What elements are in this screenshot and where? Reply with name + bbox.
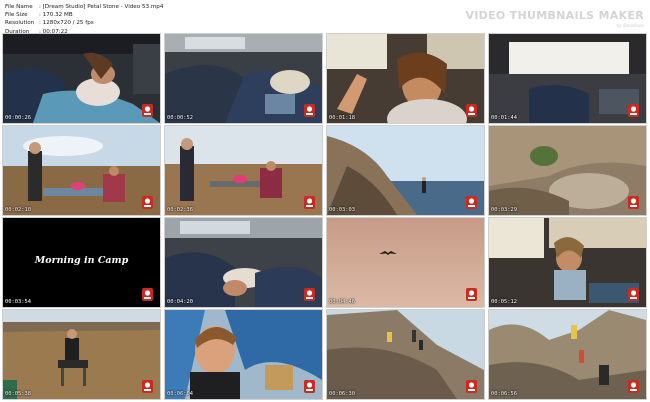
studio-logo-icon — [304, 196, 315, 209]
thumbnail-timestamp: 00:06:04 — [167, 391, 193, 397]
thumbnail-timestamp: 00:03:29 — [491, 207, 517, 213]
thumbnail-grid: 00:00:26 00:00:52 00:01:18 00:01:44 00:0… — [2, 33, 647, 400]
thumbnail-6[interactable]: 00:02:36 — [164, 125, 323, 216]
brand-title: VIDEO THUMBNAILS MAKER — [465, 9, 644, 22]
thumbnail-timestamp: 00:02:36 — [167, 207, 193, 213]
thumbnail-image — [3, 34, 160, 123]
thumbnail-12[interactable]: 00:05:12 — [488, 217, 647, 308]
thumbnail-image — [489, 126, 646, 215]
thumbnail-13[interactable]: 00:05:38 — [2, 309, 161, 400]
resolution-value: : 1280x720 / 25 fps — [39, 20, 94, 27]
resolution-row: Resolution : 1280x720 / 25 fps — [5, 19, 163, 27]
file-info-panel: File Name : [Dream Studio] Petal Stone -… — [5, 3, 163, 36]
thumbnail-10[interactable]: 00:04:20 — [164, 217, 323, 308]
thumbnail-image — [165, 218, 322, 307]
thumbnail-9[interactable]: Morning in Camp 00:03:54 — [2, 217, 161, 308]
studio-logo-icon — [142, 196, 153, 209]
studio-logo-icon — [304, 288, 315, 301]
thumbnail-5[interactable]: 00:02:10 — [2, 125, 161, 216]
thumbnail-timestamp: 00:06:30 — [329, 391, 355, 397]
file-size-label: File Size — [5, 12, 28, 19]
thumbnail-image — [489, 310, 646, 399]
studio-logo-icon — [466, 104, 477, 117]
studio-logo-icon — [142, 288, 153, 301]
thumbnail-timestamp: 00:01:18 — [329, 115, 355, 121]
thumbnail-3[interactable]: 00:01:18 — [326, 33, 485, 124]
studio-logo-icon — [628, 196, 639, 209]
thumbnail-timestamp: 00:01:44 — [491, 115, 517, 121]
title-card-caption: Morning in Camp — [34, 255, 129, 266]
thumbnail-timestamp: 00:03:03 — [329, 207, 355, 213]
thumbnail-image — [489, 34, 646, 123]
thumbnail-timestamp: 00:04:46 — [329, 299, 355, 305]
studio-logo-icon — [304, 380, 315, 393]
studio-logo-icon — [142, 380, 153, 393]
brand-subtitle: by iDealshare — [616, 23, 644, 28]
thumbnail-image — [165, 34, 322, 123]
thumbnail-image — [165, 126, 322, 215]
thumbnail-7[interactable]: 00:03:03 — [326, 125, 485, 216]
file-name-value: : [Dream Studio] Petal Stone - Video 53.… — [39, 4, 164, 10]
thumbnail-image — [327, 310, 484, 399]
studio-logo-icon — [628, 104, 639, 117]
thumbnail-timestamp: 00:02:10 — [5, 207, 31, 213]
file-name-row: File Name : [Dream Studio] Petal Stone -… — [5, 3, 163, 11]
thumbnail-image — [489, 218, 646, 307]
studio-logo-icon — [466, 380, 477, 393]
thumbnail-timestamp: 00:05:38 — [5, 391, 31, 397]
studio-logo-icon — [142, 104, 153, 117]
thumbnail-8[interactable]: 00:03:29 — [488, 125, 647, 216]
thumbnail-image — [327, 34, 484, 123]
thumbnail-2[interactable]: 00:00:52 — [164, 33, 323, 124]
brand-watermark: VIDEO THUMBNAILS MAKER by iDealshare — [465, 9, 644, 28]
thumbnail-image — [165, 310, 322, 399]
file-size-value: : 170.32 MB — [39, 12, 73, 19]
thumbnail-timestamp: 00:03:54 — [5, 299, 31, 305]
thumbnail-timestamp: 00:00:26 — [5, 115, 31, 121]
thumbnail-image — [327, 126, 484, 215]
thumbnail-11[interactable]: 00:04:46 — [326, 217, 485, 308]
thumbnail-15[interactable]: 00:06:30 — [326, 309, 485, 400]
studio-logo-icon — [304, 104, 315, 117]
thumbnail-image — [3, 126, 160, 215]
file-size-row: File Size : 170.32 MB — [5, 11, 163, 19]
thumbnail-4[interactable]: 00:01:44 — [488, 33, 647, 124]
studio-logo-icon — [466, 288, 477, 301]
studio-logo-icon — [628, 380, 639, 393]
thumbnail-timestamp: 00:00:52 — [167, 115, 193, 121]
studio-logo-icon — [466, 196, 477, 209]
thumbnail-timestamp: 00:04:20 — [167, 299, 193, 305]
thumbnail-image — [3, 310, 160, 399]
thumbnail-timestamp: 00:06:56 — [491, 391, 517, 397]
resolution-label: Resolution — [5, 20, 35, 27]
thumbnail-image — [327, 218, 484, 307]
studio-logo-icon — [628, 288, 639, 301]
thumbnail-1[interactable]: 00:00:26 — [2, 33, 161, 124]
thumbnail-timestamp: 00:05:12 — [491, 299, 517, 305]
thumbnail-16[interactable]: 00:06:56 — [488, 309, 647, 400]
file-name-label: File Name — [5, 4, 33, 10]
thumbnail-14[interactable]: 00:06:04 — [164, 309, 323, 400]
